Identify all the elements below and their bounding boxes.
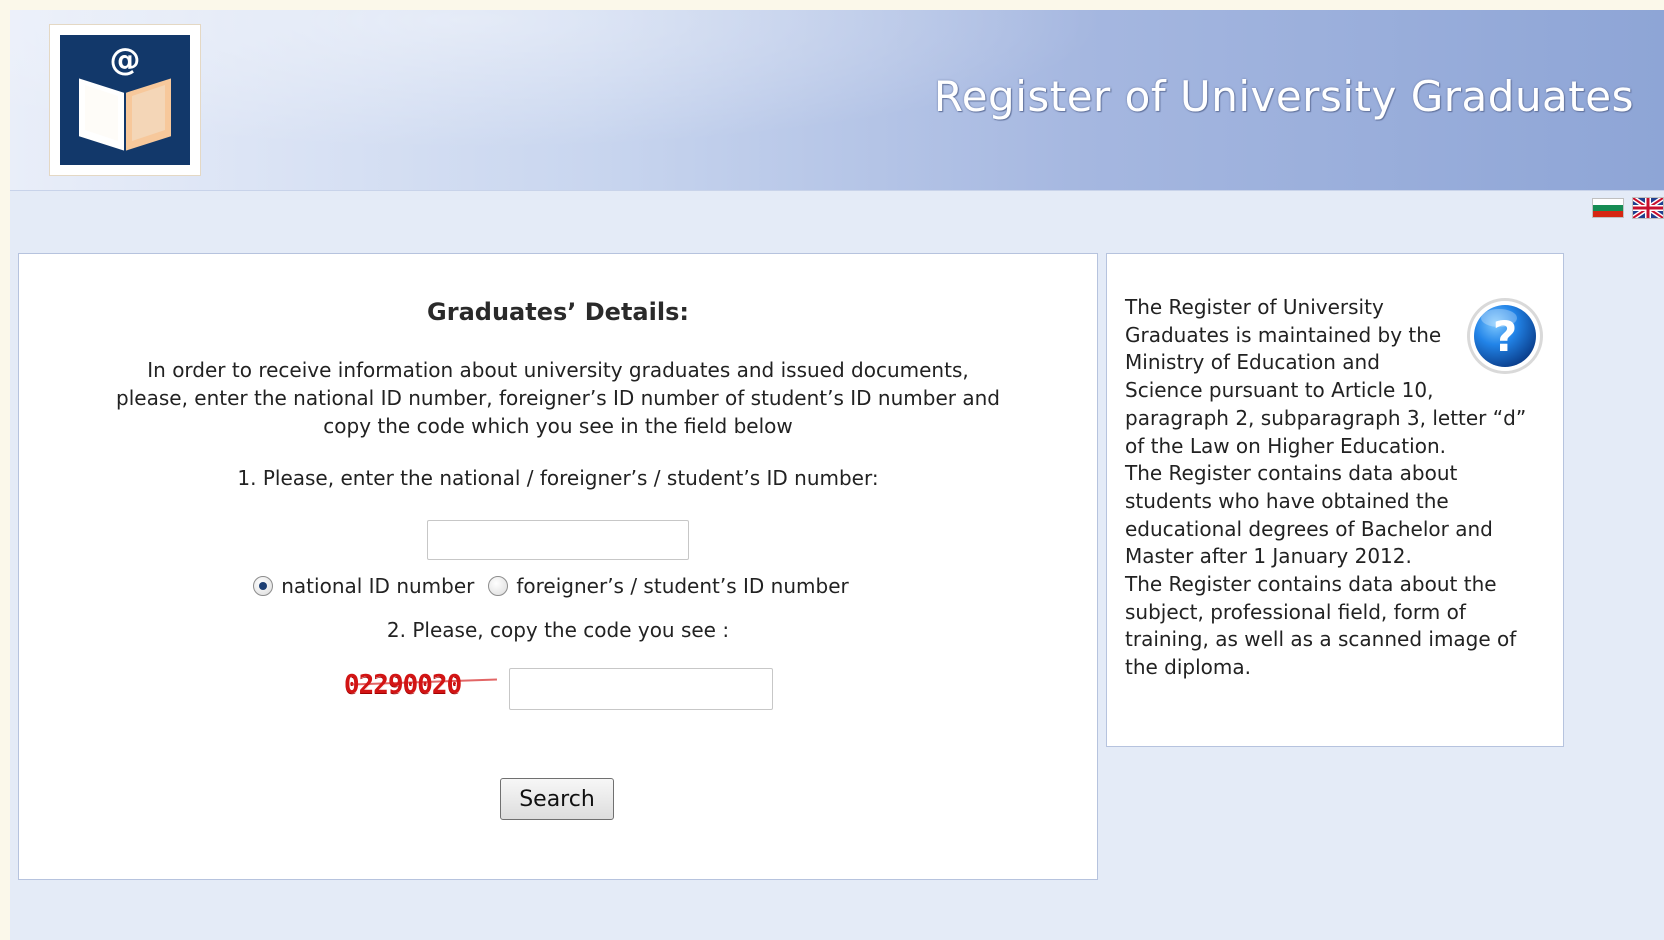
- foreign-student-id-radio-label[interactable]: foreigner’s / student’s ID number: [516, 574, 848, 598]
- bg-flag-icon[interactable]: [1592, 198, 1624, 218]
- captcha-image: 02290020: [344, 668, 504, 702]
- page: @ Register of University Graduates Gradu…: [10, 10, 1664, 940]
- details-title: Graduates’ Details:: [427, 298, 689, 326]
- question-icon: ?: [1463, 294, 1547, 378]
- language-switcher: [1592, 196, 1664, 220]
- graduates-details-panel: Graduates’ Details: In order to receive …: [18, 253, 1098, 880]
- captcha-code: 02290020: [344, 670, 462, 700]
- svg-text:@: @: [110, 42, 141, 78]
- national-id-radio-label[interactable]: national ID number: [281, 574, 474, 598]
- captcha-input[interactable]: [509, 668, 773, 710]
- id-type-radio-group: national ID number foreigner’s / student…: [19, 570, 1097, 602]
- svg-text:?: ?: [1493, 312, 1517, 361]
- national-id-radio[interactable]: [253, 576, 274, 596]
- gb-flag-graphic: [1633, 198, 1663, 218]
- instructions-text: In order to receive information about un…: [116, 358, 1000, 438]
- info-paragraph: The Register contains data about student…: [1125, 461, 1493, 569]
- register-info-panel: ? The Register of University Graduates i…: [1106, 253, 1564, 747]
- foreign-student-id-radio[interactable]: [488, 576, 509, 596]
- id-number-label: 1. Please, enter the national / foreigne…: [237, 466, 879, 490]
- site-title: Register of University Graduates: [933, 72, 1634, 121]
- info-paragraph: The Register contains data about the sub…: [1125, 572, 1517, 680]
- gb-flag-icon[interactable]: [1632, 197, 1664, 219]
- register-logo[interactable]: @: [50, 25, 200, 175]
- book-logo-icon: @: [77, 42, 173, 154]
- question-icon-graphic: ?: [1467, 298, 1543, 374]
- captcha-label: 2. Please, copy the code you see :: [386, 618, 730, 642]
- search-button[interactable]: Search: [500, 778, 614, 820]
- site-header: @ Register of University Graduates: [10, 10, 1664, 191]
- id-number-input[interactable]: [427, 520, 689, 560]
